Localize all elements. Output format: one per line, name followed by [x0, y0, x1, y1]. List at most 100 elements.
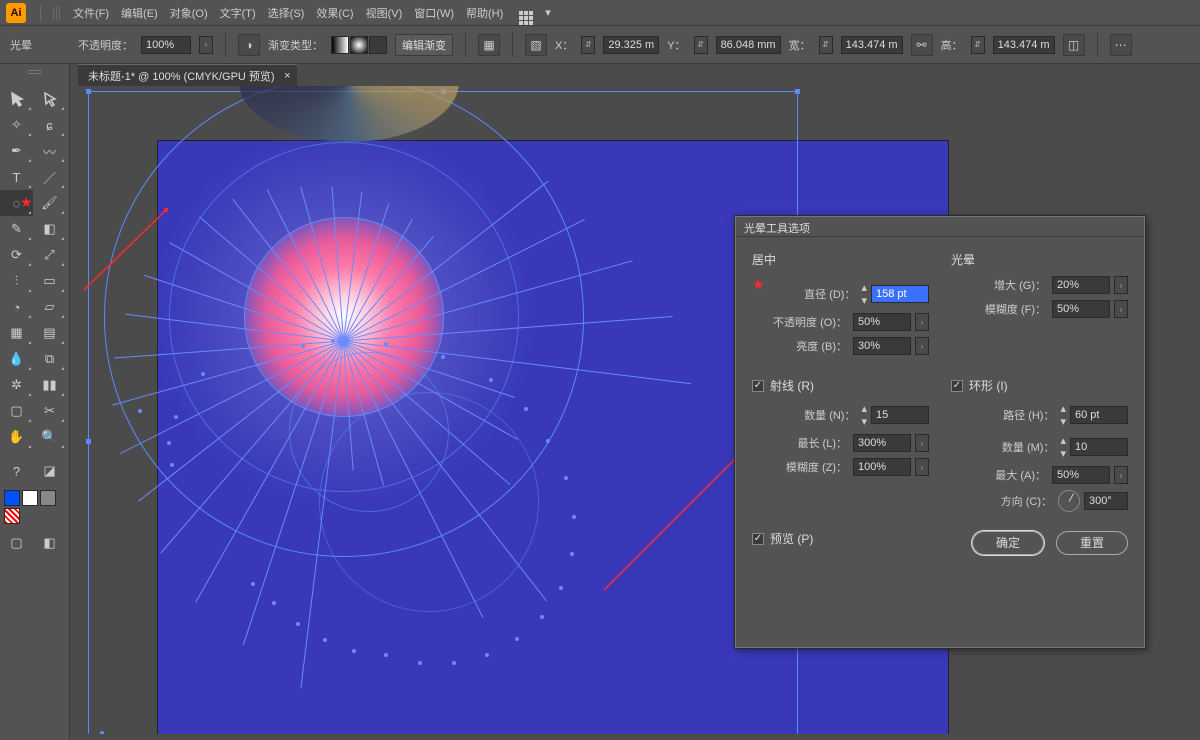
opacity-field[interactable]: 100%: [141, 36, 191, 54]
fill-stroke-swap[interactable]: ?: [0, 458, 33, 484]
direction-dial[interactable]: [1058, 490, 1080, 512]
magic-wand-tool[interactable]: ✧: [0, 112, 33, 138]
document-tab[interactable]: 未标题-1* @ 100% (CMYK/GPU 预览) ×: [78, 64, 297, 86]
rings-dir-field[interactable]: 300°: [1084, 492, 1128, 510]
flare-ray-handle[interactable]: [489, 378, 493, 382]
brightness-caret[interactable]: ›: [915, 337, 929, 355]
halo-blur-field[interactable]: 50%: [1052, 300, 1110, 318]
menu-effect[interactable]: 效果(C): [316, 5, 353, 21]
free-transform-tool[interactable]: ▭: [33, 268, 66, 294]
x-field[interactable]: 29.325 m: [603, 36, 659, 54]
lasso-tool[interactable]: ɕ: [33, 112, 66, 138]
rays-longest-field[interactable]: 300%: [853, 434, 911, 452]
preview-checkbox[interactable]: ✓预览 (P): [752, 530, 813, 547]
close-tab-button[interactable]: ×: [284, 70, 290, 82]
grow-field[interactable]: 20%: [1052, 276, 1110, 294]
menu-type[interactable]: 文字(T): [220, 5, 256, 21]
x-stepper[interactable]: ⇵: [581, 36, 595, 54]
rays-blur-caret[interactable]: ›: [915, 458, 929, 476]
flare-ray-handle[interactable]: [323, 638, 327, 642]
eraser-tool[interactable]: ◧: [33, 216, 66, 242]
flare-ray-handle[interactable]: [100, 731, 104, 734]
screen-mode[interactable]: ▢: [0, 530, 33, 556]
y-field[interactable]: 86.048 mm: [716, 36, 781, 54]
reset-button[interactable]: 重置: [1056, 531, 1128, 555]
more-options-icon[interactable]: ⋯: [1110, 34, 1132, 56]
gradient-freeform-icon[interactable]: [369, 36, 387, 54]
flare-ray-handle[interactable]: [524, 407, 528, 411]
diameter-step-up[interactable]: ▴: [861, 281, 867, 294]
align-icon[interactable]: ▦: [478, 34, 500, 56]
menu-view[interactable]: 视图(V): [366, 5, 403, 21]
rays-longest-caret[interactable]: ›: [915, 434, 929, 452]
type-tool[interactable]: T: [0, 164, 33, 190]
h-field[interactable]: 143.474 m: [993, 36, 1055, 54]
direct-selection-tool[interactable]: [33, 86, 66, 112]
rings-count-down[interactable]: ▾: [1060, 447, 1066, 460]
flare-ray-handle[interactable]: [296, 622, 300, 626]
menu-help[interactable]: 帮助(H): [466, 5, 503, 21]
rings-count-field[interactable]: 10: [1070, 438, 1128, 456]
rays-count-down[interactable]: ▾: [861, 415, 867, 428]
center-opacity-field[interactable]: 50%: [853, 313, 911, 331]
line-tool[interactable]: ／: [33, 164, 66, 190]
flare-ray-handle[interactable]: [251, 582, 255, 586]
rotate-tool[interactable]: ⟳: [0, 242, 33, 268]
mesh-tool[interactable]: ▦: [0, 320, 33, 346]
center-opacity-caret[interactable]: ›: [915, 313, 929, 331]
flare-ray-handle[interactable]: [452, 661, 456, 665]
w-stepper[interactable]: ⇵: [819, 36, 833, 54]
shape-options-icon[interactable]: ◫: [1063, 34, 1085, 56]
width-tool[interactable]: ⫶: [0, 268, 33, 294]
scale-tool[interactable]: ⤢: [33, 242, 66, 268]
symbol-sprayer-tool[interactable]: ✲: [0, 372, 33, 398]
rays-count-field[interactable]: 15: [871, 406, 929, 424]
gradient-radial-icon[interactable]: [350, 36, 368, 54]
grow-caret[interactable]: ›: [1114, 276, 1128, 294]
slice-tool[interactable]: ✂: [33, 398, 66, 424]
rays-checkbox[interactable]: ✓射线 (R): [752, 377, 929, 394]
shaper-tool[interactable]: ✎: [0, 216, 33, 242]
rays-blur-field[interactable]: 100%: [853, 458, 911, 476]
transform-icon[interactable]: ▧: [525, 34, 547, 56]
flare-ray-handle[interactable]: [167, 441, 171, 445]
flare-ray-handle[interactable]: [418, 661, 422, 665]
menu-edit[interactable]: 编辑(E): [121, 5, 158, 21]
zoom-tool[interactable]: 🔍: [33, 424, 66, 450]
color-palette[interactable]: [4, 490, 65, 524]
halo-blur-caret[interactable]: ›: [1114, 300, 1128, 318]
diameter-step-down[interactable]: ▾: [861, 294, 867, 307]
flare-tool[interactable]: ◌★: [0, 190, 33, 216]
y-stepper[interactable]: ⇵: [694, 36, 708, 54]
pen-tool[interactable]: ✒: [0, 138, 33, 164]
menu-select[interactable]: 选择(S): [268, 5, 305, 21]
selection-tool[interactable]: [0, 86, 33, 112]
flare-ray-handle[interactable]: [170, 463, 174, 467]
opacity-step[interactable]: ›: [199, 36, 213, 54]
gradient-type-swatches[interactable]: [331, 36, 387, 54]
menu-window[interactable]: 窗口(W): [414, 5, 454, 21]
rings-path-up[interactable]: ▴: [1060, 402, 1066, 415]
flare-ray-handle[interactable]: [138, 409, 142, 413]
brightness-field[interactable]: 30%: [853, 337, 911, 355]
rings-max-field[interactable]: 50%: [1052, 466, 1110, 484]
flare-ray-handle[interactable]: [546, 439, 550, 443]
default-fill-stroke[interactable]: ◪: [33, 458, 66, 484]
flare-ray-handle[interactable]: [384, 653, 388, 657]
artboard-tool[interactable]: ▢: [0, 398, 33, 424]
curvature-tool[interactable]: 〰: [33, 138, 66, 164]
screen-mode-2[interactable]: ◧: [33, 530, 66, 556]
diameter-field[interactable]: 158 pt: [871, 285, 929, 303]
flare-ray-handle[interactable]: [272, 601, 276, 605]
rings-path-field[interactable]: 60 pt: [1070, 406, 1128, 424]
gradient-tool[interactable]: ▤: [33, 320, 66, 346]
eyedropper-tool[interactable]: 💧: [0, 346, 33, 372]
workspace-switcher[interactable]: [519, 5, 541, 21]
style-icon[interactable]: ◑: [238, 34, 260, 56]
gradient-linear-icon[interactable]: [331, 36, 349, 54]
w-field[interactable]: 143.474 m: [841, 36, 903, 54]
rings-max-caret[interactable]: ›: [1114, 466, 1128, 484]
edit-gradient-button[interactable]: 编辑渐变: [395, 34, 453, 56]
flare-ray-handle[interactable]: [485, 653, 489, 657]
rings-count-up[interactable]: ▴: [1060, 434, 1066, 447]
